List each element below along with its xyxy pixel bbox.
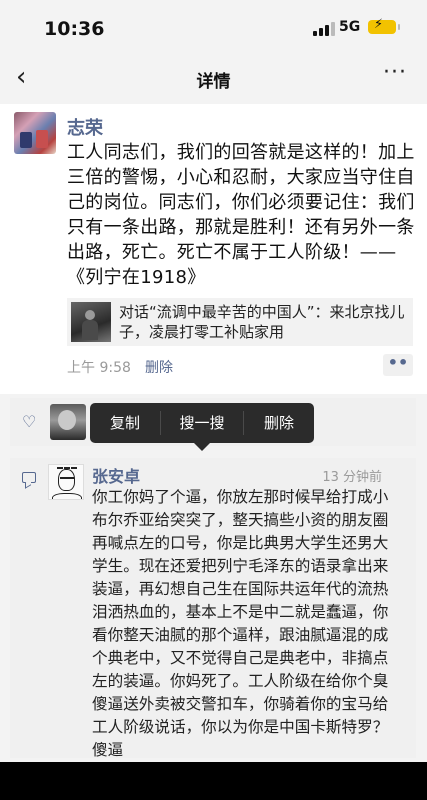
actions-dots-icon: •• [387,353,409,372]
more-button[interactable]: ··· [383,60,407,85]
charging-bolt-icon: ⚡ [374,17,384,32]
signal-icon [313,22,335,36]
post-text[interactable]: 工人同志们，我们的回答就是这样的！加上三倍的警惕，小心和忍耐，大家应当守住自己的… [67,140,415,290]
comments-section: 张安卓 13 分钟前 你工你妈了个逼，你放左那时候早给打成小布尔乔亚给突突了，整… [10,458,416,759]
article-title: 对话“流调中最辛苦的中国人”：来北京找儿子，凌晨打零工补贴家用 [119,303,405,341]
battery-icon: ⚡ [368,17,400,34]
page-title: 详情 [196,72,231,92]
commenter-name[interactable]: 张安卓 [92,463,140,487]
post-author-name[interactable]: 志荣 [67,114,103,140]
post-delete-link[interactable]: 删除 [145,357,173,377]
comment-time: 13 分钟前 [322,470,382,485]
menu-pointer-arrow [194,443,210,451]
author-avatar[interactable] [14,112,56,154]
network-type: 5G [339,19,361,35]
comment-icon [22,472,36,483]
menu-copy[interactable]: 复制 [90,403,160,443]
heart-icon: ♡ [22,412,37,431]
post-actions-button[interactable]: •• [383,354,413,376]
more-dots-icon: ··· [383,60,407,85]
comment-text[interactable]: 你工你妈了个逼，你放左那时候早给打成小布尔乔亚给突突了，整天搞些小资的朋友圈再喊… [92,486,396,762]
context-menu: 复制 搜一搜 删除 [90,403,314,451]
commenter-avatar[interactable] [48,464,84,500]
status-bar: 10:36 5G ⚡ [0,0,427,56]
nav-bar: ‹ 详情 ··· [0,56,427,100]
moments-detail-screen: 10:36 5G ⚡ ‹ 详情 ··· 志荣 工人同志们，我们的回答就是这样的！… [0,0,427,762]
post-time: 上午 9:58 [67,360,131,376]
moment-post: 志荣 工人同志们，我们的回答就是这样的！加上三倍的警惕，小心和忍耐，大家应当守住… [0,104,427,394]
article-thumbnail [71,302,111,342]
menu-delete[interactable]: 删除 [244,403,314,443]
status-time: 10:36 [44,18,105,40]
liker-avatar[interactable] [50,404,86,440]
menu-search[interactable]: 搜一搜 [161,403,243,443]
shared-article-card[interactable]: 对话“流调中最辛苦的中国人”：来北京找儿子，凌晨打零工补贴家用 [67,298,413,346]
